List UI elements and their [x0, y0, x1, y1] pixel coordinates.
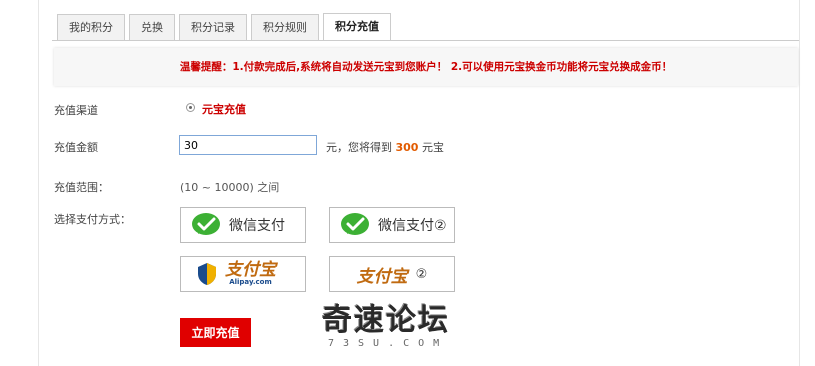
alipay-option-number: ② [415, 266, 428, 282]
amount-result-unit: 元宝 [421, 141, 444, 154]
wechat-icon [341, 213, 369, 235]
watermark-title: 奇速论坛 [322, 303, 450, 338]
pay-method-label: 选择支付方式： [54, 213, 131, 226]
tab-exchange[interactable]: 兑换 [129, 14, 175, 40]
tab-divider [52, 40, 799, 41]
recharge-submit-button[interactable]: 立即充值 [180, 318, 251, 347]
watermark-domain: 73SU.COM [328, 338, 449, 349]
watermark: 奇速论坛 73SU.COM [322, 303, 450, 350]
channel-radio[interactable] [186, 103, 195, 112]
shield-icon [198, 263, 216, 285]
pay-option-wechat[interactable]: 微信支付 [180, 207, 306, 243]
tab-my-points[interactable]: 我的积分 [57, 14, 125, 40]
wechat-pay-2-label: 微信支付② [378, 218, 447, 234]
alipay-logo-text: 支付宝 [225, 260, 276, 280]
channel-option-label[interactable]: 元宝充值 [202, 101, 246, 117]
amount-info: 元，您将得到 300 元宝 [326, 139, 444, 155]
alipay-logo-text: 支付宝 [356, 266, 408, 287]
alipay-logo-domain: Alipay.com [229, 278, 272, 286]
wechat-pay-label: 微信支付 [229, 218, 285, 234]
amount-result: 300 [395, 141, 419, 154]
amount-input[interactable] [179, 135, 317, 155]
pay-option-wechat-2[interactable]: 微信支付② [329, 207, 455, 243]
pay-option-alipay-2[interactable]: 支付宝 ② [329, 256, 455, 292]
tab-bar: 我的积分 兑换 积分记录 积分规则 积分充值 [57, 13, 395, 41]
alipay-logo: 支付宝 Alipay.com [225, 262, 276, 286]
tab-points-recharge[interactable]: 积分充值 [323, 13, 391, 41]
channel-label: 充值渠道 [54, 104, 98, 117]
tab-points-rules[interactable]: 积分规则 [251, 14, 319, 40]
amount-label: 充值金额 [54, 141, 98, 154]
amount-unit: 元，您将得到 [326, 141, 392, 154]
pay-option-alipay[interactable]: 支付宝 Alipay.com [180, 256, 306, 292]
range-label: 充值范围： [54, 181, 109, 194]
tab-points-record[interactable]: 积分记录 [179, 14, 247, 40]
range-value: (10 ~ 10000) 之间 [180, 181, 280, 194]
wechat-icon [192, 213, 220, 235]
notice-banner: 温馨提醒：1.付款完成后,系统将自动发送元宝到您账户！ 2.可以使用元宝换金币功… [54, 48, 798, 86]
